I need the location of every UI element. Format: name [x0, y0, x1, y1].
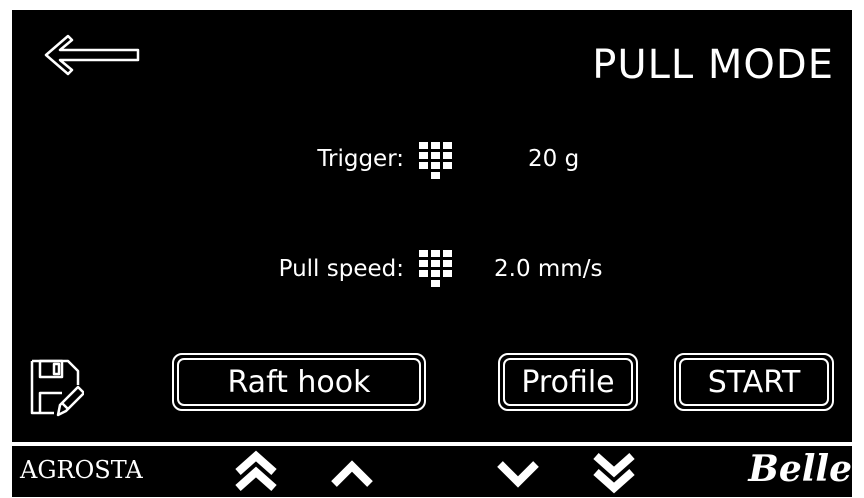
- double-chevron-up-icon: [235, 450, 277, 491]
- arrow-left-outline-icon: [44, 34, 140, 76]
- footer-bar: AGROSTA Belle: [12, 446, 852, 497]
- trigger-value: 20 g: [528, 146, 580, 172]
- brand-logo-left: AGROSTA: [20, 456, 143, 484]
- back-button[interactable]: [42, 32, 142, 78]
- trigger-label: Trigger:: [317, 146, 404, 172]
- start-label: START: [707, 364, 801, 400]
- page-last-button[interactable]: [584, 450, 644, 494]
- raft-hook-label: Raft hook: [227, 364, 371, 400]
- chevron-up-icon: [331, 460, 373, 487]
- profile-button[interactable]: Profile: [498, 353, 638, 411]
- double-chevron-down-icon: [593, 453, 635, 494]
- scroll-down-button[interactable]: [488, 450, 548, 494]
- trigger-keypad-button[interactable]: [416, 138, 456, 188]
- device-screen: PULL MODE Trigger: 20 g Pull speed: 2.0 …: [12, 10, 852, 442]
- start-button[interactable]: START: [674, 353, 834, 411]
- trigger-row: Trigger: 20 g: [12, 138, 852, 198]
- floppy-disk-edit-icon: [30, 359, 86, 417]
- keypad-icon: [419, 142, 452, 179]
- pull-speed-value: 2.0 mm/s: [494, 256, 603, 282]
- pull-speed-label: Pull speed:: [278, 256, 404, 282]
- keypad-icon: [419, 250, 452, 287]
- raft-hook-button[interactable]: Raft hook: [172, 353, 426, 411]
- scroll-up-button[interactable]: [322, 450, 382, 494]
- chevron-down-icon: [497, 461, 539, 488]
- pull-speed-keypad-button[interactable]: [416, 246, 456, 296]
- profile-label: Profile: [521, 364, 615, 400]
- save-button[interactable]: [28, 357, 86, 419]
- page-title: PULL MODE: [592, 42, 834, 88]
- brand-logo-right: Belle: [748, 448, 852, 490]
- page-first-button[interactable]: [226, 450, 286, 494]
- pull-speed-row: Pull speed: 2.0 mm/s: [12, 246, 852, 306]
